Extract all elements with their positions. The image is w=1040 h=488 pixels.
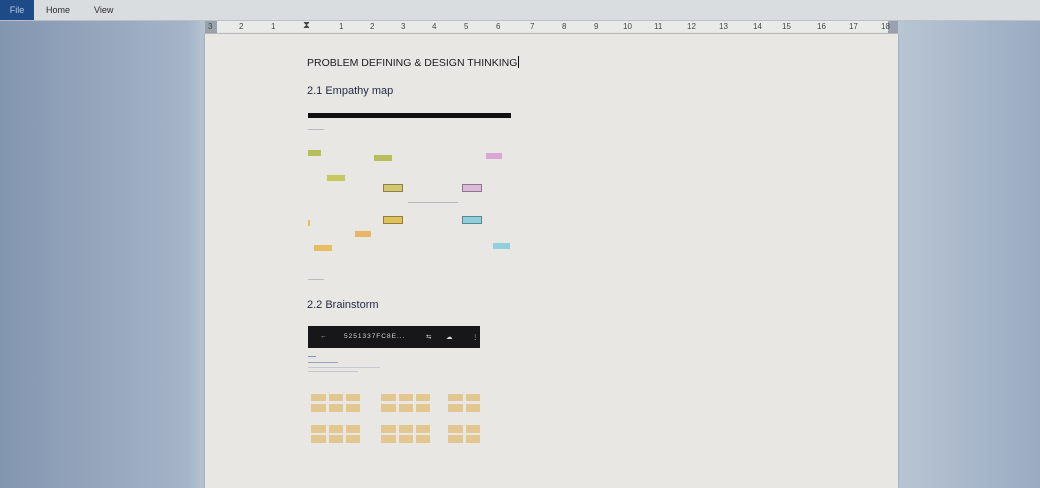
faint-text-line xyxy=(408,202,458,203)
ruler-label: 16 xyxy=(817,22,826,31)
screenshot-url-text: 5251337FC8E... xyxy=(344,333,406,340)
share-icon: ⇆ xyxy=(426,334,432,341)
ruler-label: 12 xyxy=(687,22,696,31)
sticky-note xyxy=(383,184,403,192)
faint-text-line xyxy=(308,279,324,280)
brainstorm-idea-grid xyxy=(448,391,482,445)
ruler-label: 14 xyxy=(753,22,762,31)
brainstorm-idea-grid xyxy=(381,391,431,445)
horizontal-ruler[interactable]: 3 2 1 ⧗ 1 2 3 4 5 6 7 8 9 10 11 12 13 14… xyxy=(205,20,898,34)
sticky-note xyxy=(383,216,403,224)
sticky-note xyxy=(493,243,510,249)
empathy-map-header-bar xyxy=(308,113,511,118)
brainstorm-screenshot-header: ← 5251337FC8E... ⇆ ☁ ⋮ xyxy=(308,326,480,348)
document-title-text: PROBLEM DEFINING & DESIGN THINKING xyxy=(307,57,518,69)
tab-file[interactable]: File xyxy=(0,0,34,20)
sticky-note xyxy=(462,216,482,224)
sticky-note xyxy=(355,231,371,237)
sticky-note xyxy=(308,220,310,226)
ruler-label: 7 xyxy=(530,22,535,31)
ruler-label: 15 xyxy=(782,22,791,31)
ruler-label: 1 xyxy=(271,22,276,31)
ruler-label: 4 xyxy=(432,22,437,31)
ruler-label: 2 xyxy=(239,22,244,31)
sticky-note xyxy=(308,150,321,156)
ruler-label: 6 xyxy=(496,22,501,31)
indent-marker-icon[interactable]: ⧗ xyxy=(303,20,310,31)
ruler-label: 10 xyxy=(623,22,632,31)
brainstorm-idea-grid xyxy=(311,391,361,445)
section-heading-empathy-map[interactable]: 2.1 Empathy map xyxy=(307,85,393,97)
tab-view[interactable]: View xyxy=(94,0,113,20)
sticky-note xyxy=(327,175,345,181)
ruler-label: 2 xyxy=(370,22,375,31)
document-title[interactable]: PROBLEM DEFINING & DESIGN THINKING xyxy=(307,56,520,69)
back-arrow-icon: ← xyxy=(320,333,327,340)
ruler-label: 9 xyxy=(594,22,599,31)
sticky-note xyxy=(314,245,332,251)
sticky-note xyxy=(462,184,482,192)
text-cursor xyxy=(518,56,520,68)
cloud-icon: ☁ xyxy=(446,334,453,341)
tab-home[interactable]: Home xyxy=(46,0,70,20)
ruler-label: 1 xyxy=(339,22,344,31)
faint-text-line xyxy=(308,371,358,372)
document-page[interactable]: PROBLEM DEFINING & DESIGN THINKING 2.1 E… xyxy=(205,34,898,488)
ruler-label: 3 xyxy=(401,22,406,31)
ruler-label: 8 xyxy=(562,22,567,31)
ruler-label: 17 xyxy=(849,22,858,31)
sticky-note xyxy=(374,155,392,161)
faint-text-line xyxy=(308,129,324,130)
faint-text-line xyxy=(308,362,338,363)
ruler-label: 18 xyxy=(881,22,890,31)
ruler-label: 11 xyxy=(654,22,663,31)
faint-text-line xyxy=(308,367,380,368)
ruler-label: 3 xyxy=(208,22,213,31)
ruler-label: 13 xyxy=(719,22,728,31)
more-options-icon: ⋮ xyxy=(472,334,479,341)
sticky-note xyxy=(486,153,502,159)
ribbon-tab-bar: File Home View xyxy=(0,0,1040,21)
ruler-label: 5 xyxy=(464,22,469,31)
section-heading-brainstorm[interactable]: 2.2 Brainstorm xyxy=(307,299,379,311)
faint-text-line xyxy=(308,356,316,357)
